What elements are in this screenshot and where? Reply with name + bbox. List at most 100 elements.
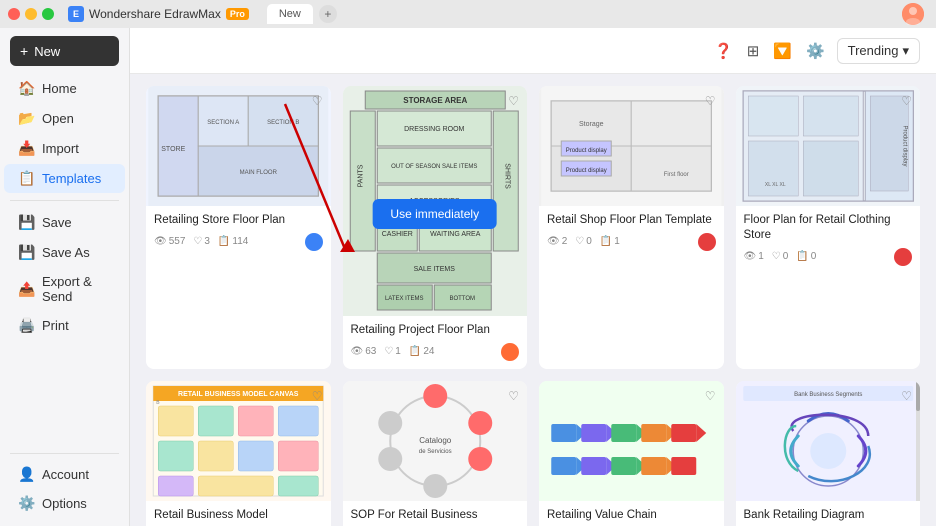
sidebar-item-print[interactable]: 🖨️ Print [4,311,125,340]
card-retail-model[interactable]: RETAIL BUSINESS MODEL CANVAS [146,381,331,526]
new-button[interactable]: + New [10,36,119,66]
main-layout: + New 🏠 Home 📂 Open 📥 Import 📋 Templates [0,28,936,526]
svg-text:Bank Business Segments: Bank Business Segments [794,392,862,398]
scrollbar-thumb[interactable] [916,381,920,411]
filter-icon[interactable]: 🔽 [773,42,792,60]
svg-text:BOTTOM: BOTTOM [449,296,475,302]
card-info: Retailing Store Floor Plan 👁 557 ♡ 3 📋 1… [146,206,331,259]
grid-icon[interactable]: ⊞ [747,42,760,60]
view-count: 👁 557 [154,236,185,247]
copy-count: 📋 1 [600,236,620,247]
sidebar-item-label: Save [42,215,72,230]
save-icon: 💾 [18,214,34,231]
grid-area[interactable]: STORE SECTION A SECTION B MAIN FLOOR ♡ R… [130,74,936,526]
sidebar-item-home[interactable]: 🏠 Home [4,74,125,103]
close-button[interactable] [8,8,20,20]
card-thumbnail: Bank Business Segments [736,381,921,501]
card-info: Retailing Value Chain 👁 82 ♡ 1 📋 20 [539,501,724,526]
avatar [902,3,924,25]
card-info: Retail Business Model 👁 68 ♡ 2 📋 22 [146,501,331,526]
bank-thumb: Bank Business Segments [736,381,921,501]
svg-text:STORE: STORE [161,146,185,153]
content-area: ❓ ⊞ 🔽 ⚙️ Trending ▾ [130,28,936,526]
card-retailing-store[interactable]: STORE SECTION A SECTION B MAIN FLOOR ♡ R… [146,86,331,369]
sidebar-item-label: Export & Send [42,274,111,304]
floor-plan-thumb: STORE SECTION A SECTION B MAIN FLOOR [146,86,331,206]
card-title: Retailing Project Floor Plan [351,323,520,338]
trending-label: Trending [848,43,899,58]
svg-text:STORAGE AREA: STORAGE AREA [403,96,467,105]
svg-text:Product display: Product display [901,125,907,166]
copy-count: 📋 114 [218,236,248,247]
favorite-icon[interactable]: ♡ [312,389,323,403]
card-thumbnail-tall: STORAGE AREA PANTS SHIRTS DRESSING ROOM [343,86,528,316]
svg-text:WAITING AREA: WAITING AREA [430,231,481,238]
card-thumbnail: ♡ [539,381,724,501]
svg-text:LATEX ITEMS: LATEX ITEMS [384,296,423,302]
card-meta: 👁 557 ♡ 3 📋 114 [154,233,323,251]
favorite-icon[interactable]: ♡ [901,389,912,403]
open-icon: 📂 [18,110,34,127]
maximize-button[interactable] [42,8,54,20]
new-tab[interactable]: New [267,4,313,24]
favorite-icon[interactable]: ♡ [901,94,912,108]
sidebar-item-save-as[interactable]: 💾 Save As [4,238,125,267]
svg-text:DRESSING ROOM: DRESSING ROOM [404,126,464,133]
sidebar-item-export[interactable]: 📤 Export & Send [4,268,125,310]
print-icon: 🖨️ [18,317,34,334]
like-count: ♡ 3 [193,236,210,247]
sidebar-item-open[interactable]: 📂 Open [4,104,125,133]
card-thumbnail: Product display XL XL XL ♡ [736,86,921,206]
help-icon[interactable]: ❓ [714,42,733,60]
card-info: Bank Retailing Diagram 👁 54 ♡ 2 📋 24 [736,501,921,526]
card-thumbnail: RETAIL BUSINESS MODEL CANVAS [146,381,331,501]
favorite-icon[interactable]: ♡ [705,389,716,403]
shop-thumb: Storage Product display Product display … [539,86,724,206]
card-retailing-project[interactable]: STORAGE AREA PANTS SHIRTS DRESSING ROOM [343,86,528,369]
titlebar: E Wondershare EdrawMax Pro New + [0,0,936,28]
sidebar-divider-bottom [10,453,119,454]
svg-text:OUT OF SEASON SALE ITEMS: OUT OF SEASON SALE ITEMS [391,164,477,170]
svg-text:MAIN FLOOR: MAIN FLOOR [240,170,278,176]
card-sop-retail[interactable]: Catalogo de Servicios ♡ SOP For Retail B… [343,381,528,526]
favorite-icon[interactable]: ♡ [312,94,323,108]
settings-icon[interactable]: ⚙️ [806,42,825,60]
sidebar-item-save[interactable]: 💾 Save [4,208,125,237]
app-name: Wondershare EdrawMax [89,7,221,21]
sidebar-item-options[interactable]: ⚙️ Options [4,489,125,518]
copy-count: 📋 24 [409,346,435,357]
svg-text:Catalogo: Catalogo [419,436,452,445]
card-retail-shop[interactable]: Storage Product display Product display … [539,86,724,369]
sidebar-item-templates[interactable]: 📋 Templates [4,164,125,193]
card-info: SOP For Retail Business [343,501,528,526]
sidebar-item-label: Print [42,318,69,333]
home-icon: 🏠 [18,80,34,97]
trending-dropdown[interactable]: Trending ▾ [837,38,920,64]
add-tab-button[interactable]: + [319,5,337,23]
view-count: 👁 63 [351,346,377,357]
card-bank-retailing[interactable]: Bank Business Segments [736,381,921,526]
svg-text:de Servicios: de Servicios [418,449,451,455]
card-title: Floor Plan for Retail Clothing Store [744,213,913,243]
card-clothing-store[interactable]: Product display XL XL XL ♡ Floor Plan fo… [736,86,921,369]
sidebar-item-import[interactable]: 📥 Import [4,134,125,163]
card-thumbnail: STORE SECTION A SECTION B MAIN FLOOR ♡ [146,86,331,206]
tab-area: New + [267,4,337,24]
clothing-thumb: Product display XL XL XL [736,86,921,206]
card-title: Retail Business Model [154,508,323,523]
svg-text:SHIRTS: SHIRTS [503,163,510,189]
chevron-down-icon: ▾ [902,43,909,59]
author-avatar [305,233,323,251]
minimize-button[interactable] [25,8,37,20]
sidebar-item-account[interactable]: 👤 Account [4,460,125,489]
author-avatar [894,248,912,266]
favorite-icon[interactable]: ♡ [508,389,519,403]
favorite-icon[interactable]: ♡ [705,94,716,108]
like-count: ♡ 1 [384,346,401,357]
chain-thumb [539,381,724,501]
use-immediately-button[interactable]: Use immediately [372,199,497,229]
svg-text:SECTION A: SECTION A [207,120,239,126]
favorite-icon[interactable]: ♡ [508,94,519,108]
new-button-label: New [34,44,60,59]
card-value-chain[interactable]: ♡ Retailing Value Chain 👁 82 ♡ 1 📋 20 [539,381,724,526]
